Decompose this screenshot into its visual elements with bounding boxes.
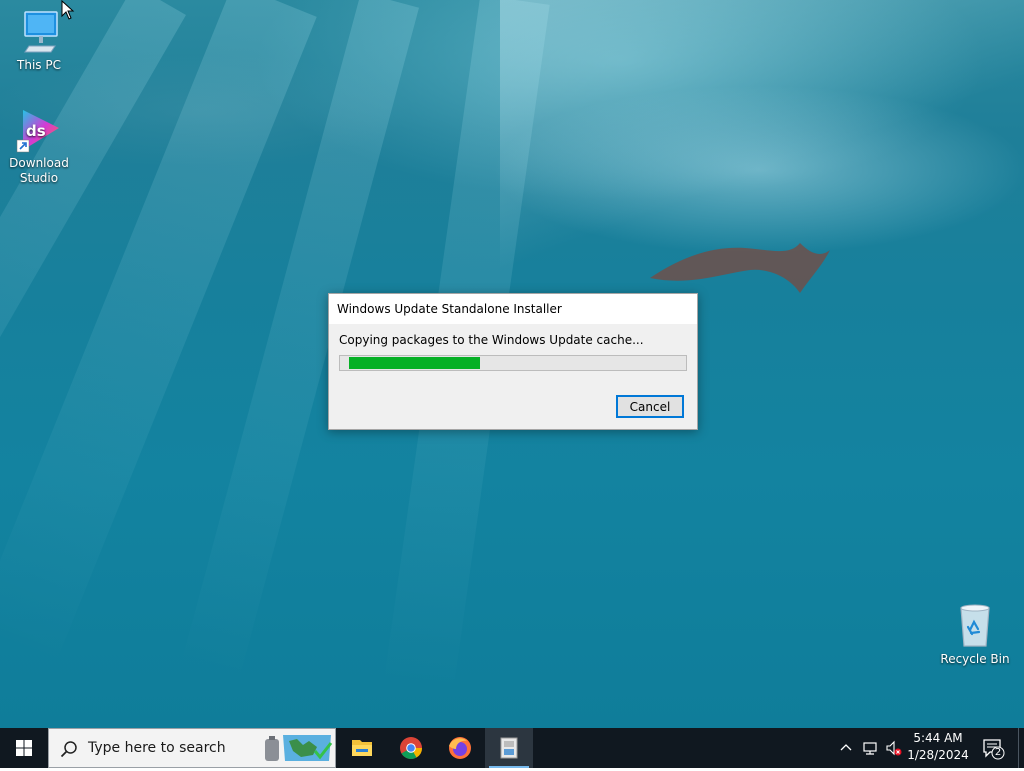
computer-icon: [15, 8, 63, 56]
show-hidden-icons-icon[interactable]: [838, 740, 854, 756]
search-placeholder: Type here to search: [88, 740, 226, 756]
search-box[interactable]: Type here to search: [48, 728, 336, 768]
notification-count: 2: [994, 747, 1002, 758]
network-icon[interactable]: [862, 740, 878, 756]
search-highlight-icon: [265, 735, 333, 761]
recycle-bin-icon: [951, 602, 999, 650]
clock-date: 1/28/2024: [907, 748, 969, 762]
download-studio-icon: ds: [15, 106, 63, 154]
taskbar-installer[interactable]: [485, 728, 533, 768]
search-icon: [60, 741, 77, 758]
taskbar-file-explorer[interactable]: [338, 728, 386, 768]
dialog-title: Windows Update Standalone Installer: [329, 294, 697, 324]
clock-time: 5:44 AM: [913, 731, 963, 745]
taskbar-firefox[interactable]: [436, 728, 484, 768]
installer-icon: [500, 737, 518, 759]
desktop-icon-label: Recycle Bin: [940, 652, 1010, 666]
cancel-button[interactable]: Cancel: [616, 395, 684, 418]
mouse-cursor-icon: [61, 0, 75, 20]
installer-dialog: Windows Update Standalone Installer Copy…: [328, 293, 698, 430]
file-explorer-icon: [352, 740, 372, 756]
firefox-icon: [449, 737, 471, 759]
desktop-icon-download-studio[interactable]: ds Download Studio: [1, 106, 77, 186]
desktop-icon-label: Download Studio: [9, 156, 69, 185]
action-center-button[interactable]: 2: [980, 736, 1008, 760]
clock[interactable]: 5:44 AM 1/28/2024: [906, 730, 970, 764]
swimmer-silhouette: [650, 243, 830, 293]
start-button[interactable]: [0, 728, 48, 768]
taskbar-chrome[interactable]: [387, 728, 435, 768]
volume-muted-icon[interactable]: [886, 740, 902, 756]
svg-text:ds: ds: [26, 122, 46, 140]
show-desktop-button[interactable]: [1018, 728, 1024, 768]
progress-bar-fill: [349, 357, 480, 369]
progress-bar: [339, 355, 687, 371]
chrome-icon: [400, 737, 422, 759]
taskbar: Type here to search 5:44 AM 1/28/2024 2: [0, 728, 1024, 768]
desktop-icon-recycle-bin[interactable]: Recycle Bin: [937, 602, 1013, 667]
desktop-icon-label: This PC: [17, 58, 61, 72]
windows-logo-icon: [16, 740, 32, 756]
dialog-message: Copying packages to the Windows Update c…: [339, 333, 644, 347]
